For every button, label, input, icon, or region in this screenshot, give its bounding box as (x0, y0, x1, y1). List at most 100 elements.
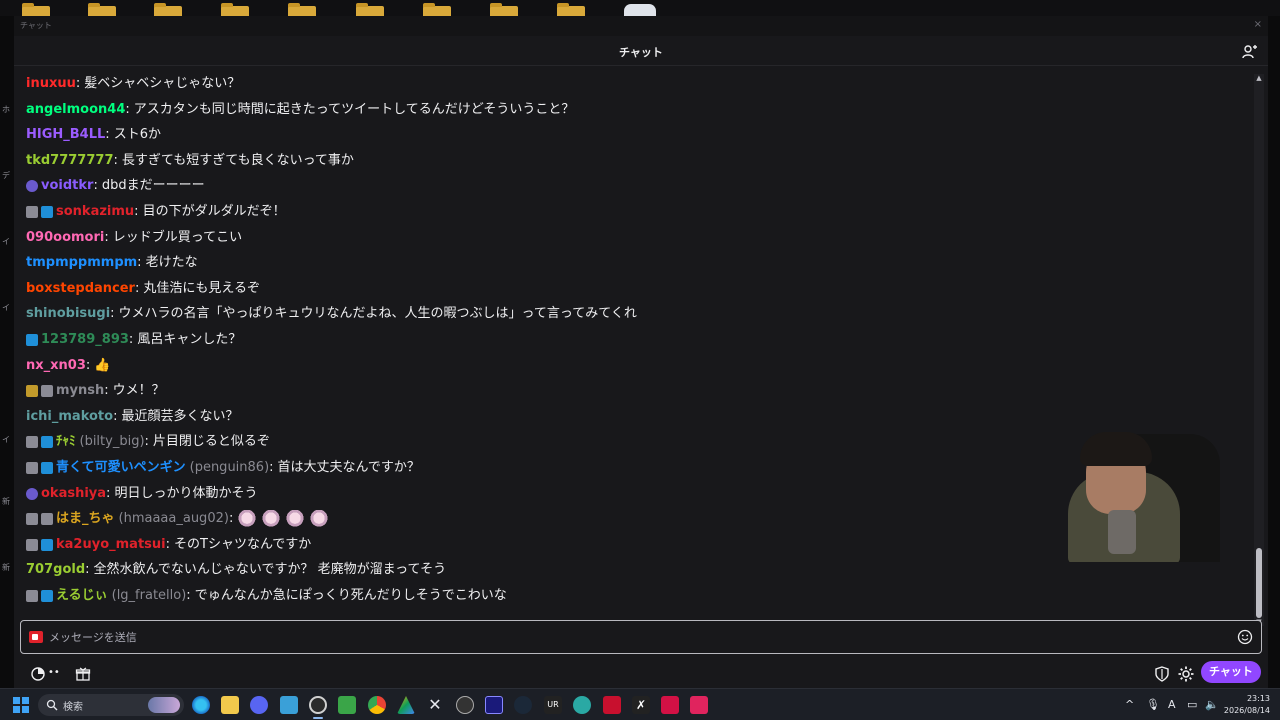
chat-username[interactable]: inuxuu (26, 74, 76, 94)
x-app-icon[interactable]: ✕ (426, 696, 444, 714)
folder-icon[interactable] (356, 3, 384, 16)
app-icon[interactable]: ✗ (632, 696, 650, 714)
chat-username[interactable]: ﾁｬﾐ (56, 432, 76, 452)
folder-icon[interactable] (557, 3, 585, 16)
chat-username[interactable]: 090oomori (26, 228, 104, 248)
notepad-icon[interactable] (280, 696, 298, 714)
user-badge-icon[interactable] (26, 334, 38, 346)
user-badge-icon[interactable] (26, 180, 38, 193)
app-icon[interactable] (456, 696, 474, 714)
chrome-icon[interactable] (368, 696, 386, 714)
file-explorer-icon[interactable] (221, 696, 239, 714)
display-icon[interactable]: ▭ (1187, 698, 1197, 711)
chat-login-name[interactable]: (bilty_big) (80, 432, 145, 452)
send-chat-button[interactable]: チャット (1201, 661, 1261, 683)
chat-username[interactable]: えるじぃ (56, 586, 108, 606)
chat-username[interactable]: 707gold (26, 560, 85, 580)
app-icon[interactable] (603, 696, 621, 714)
chat-username[interactable]: 青くて可愛いペンギン (56, 458, 186, 478)
user-badge-icon[interactable] (41, 590, 53, 602)
scroll-thumb[interactable] (1256, 548, 1262, 618)
chat-username[interactable]: angelmoon44 (26, 100, 125, 120)
app-icon[interactable] (690, 696, 708, 714)
folder-icon[interactable] (154, 3, 182, 16)
emote-icon[interactable] (285, 510, 306, 529)
obs-icon[interactable] (309, 696, 327, 714)
chat-username[interactable]: boxstepdancer (26, 279, 135, 299)
user-badge-icon[interactable] (26, 590, 38, 602)
emote-icon[interactable] (237, 510, 258, 529)
chat-input[interactable] (49, 627, 1219, 647)
gear-icon[interactable] (1177, 665, 1195, 683)
minecraft-icon[interactable] (338, 696, 356, 714)
user-badge-icon[interactable] (41, 206, 53, 218)
users-icon[interactable] (1242, 44, 1258, 60)
folder-icon[interactable] (490, 3, 518, 16)
edge-browser-icon[interactable] (192, 696, 210, 714)
chat-username[interactable]: sonkazimu (56, 202, 134, 222)
user-badge-icon[interactable] (26, 513, 38, 526)
folder-icon[interactable] (288, 3, 316, 16)
triangle-app-icon[interactable] (397, 696, 415, 714)
folder-icon[interactable] (221, 3, 249, 16)
chat-username[interactable]: はま_ちゃ (56, 509, 115, 529)
folder-icon[interactable] (22, 3, 50, 16)
user-badge-icon[interactable] (41, 385, 53, 398)
chat-username[interactable]: okashiya (41, 484, 106, 504)
microphone-icon[interactable]: 🎙 (1146, 698, 1160, 711)
folder-icon[interactable] (423, 3, 451, 16)
chat-username[interactable]: 123789_893 (41, 330, 129, 350)
chat-login-name[interactable]: (hmaaaa_aug02) (119, 509, 229, 529)
chat-login-name[interactable]: (lg_fratello) (112, 586, 187, 606)
close-icon[interactable]: × (1254, 19, 1262, 30)
window-titlebar[interactable]: チャット × (14, 16, 1268, 36)
chat-username[interactable]: ichi_makoto (26, 407, 113, 427)
app-icon[interactable] (661, 696, 679, 714)
chat-header-title: チャット (619, 46, 663, 59)
chat-username[interactable]: nx_xn03 (26, 356, 86, 376)
chat-message-text: 最近顔芸多くない？ (121, 408, 239, 424)
volume-icon[interactable]: 🔈 (1205, 698, 1219, 711)
user-badge-icon[interactable] (26, 487, 38, 500)
user-badge-icon[interactable] (41, 538, 53, 551)
chat-username[interactable]: voidtkr (41, 176, 93, 196)
steam-icon[interactable] (514, 696, 532, 714)
user-badge-icon[interactable] (41, 462, 53, 474)
chat-login-name[interactable]: (penguin86) (190, 458, 270, 478)
scroll-up-icon[interactable]: ▲ (1254, 74, 1264, 82)
user-badge-icon[interactable] (26, 462, 38, 474)
user-badge-icon[interactable] (26, 436, 38, 449)
discord-icon[interactable] (250, 696, 268, 714)
channel-points-icon[interactable] (30, 666, 46, 682)
user-badge-icon[interactable] (26, 385, 38, 398)
app-icon[interactable] (485, 696, 503, 714)
chat-username[interactable]: mynsh (56, 381, 104, 401)
app-icon[interactable] (573, 696, 591, 714)
desktop-app-icon[interactable] (624, 4, 656, 16)
chat-message-text: 丸佳浩にも見えるぞ (143, 280, 260, 296)
taskbar-search[interactable]: 検索 (38, 694, 184, 716)
chat-scrollbar[interactable]: ▲ ▼ (1254, 74, 1264, 626)
folder-icon[interactable] (88, 3, 116, 16)
user-badge-icon[interactable] (41, 513, 53, 526)
user-badge-icon[interactable] (26, 538, 38, 551)
app-icon[interactable]: UR (544, 696, 562, 714)
chat-username[interactable]: shinobisugi (26, 304, 110, 324)
emote-icon[interactable] (309, 510, 330, 529)
windows-start-icon[interactable] (13, 697, 29, 713)
shield-icon[interactable] (1154, 666, 1170, 682)
chat-username[interactable]: ka2uyo_matsui (56, 535, 166, 555)
gift-icon[interactable] (75, 666, 91, 682)
chat-input-box[interactable] (20, 620, 1262, 654)
desktop-icons-strip (0, 0, 1280, 16)
user-badge-icon[interactable] (26, 206, 38, 218)
tray-chevron-icon[interactable]: ^ (1125, 698, 1134, 711)
chat-username[interactable]: HIGH_B4LL (26, 125, 105, 145)
chat-username[interactable]: tkd7777777 (26, 151, 113, 171)
chat-username[interactable]: tmpmppmmpm (26, 253, 137, 273)
ime-indicator[interactable]: A (1168, 698, 1176, 711)
taskbar-clock[interactable]: 23:13 2026/08/14 (1224, 693, 1270, 717)
emoji-icon[interactable] (1237, 629, 1253, 645)
user-badge-icon[interactable] (41, 436, 53, 449)
emote-icon[interactable] (261, 510, 282, 529)
